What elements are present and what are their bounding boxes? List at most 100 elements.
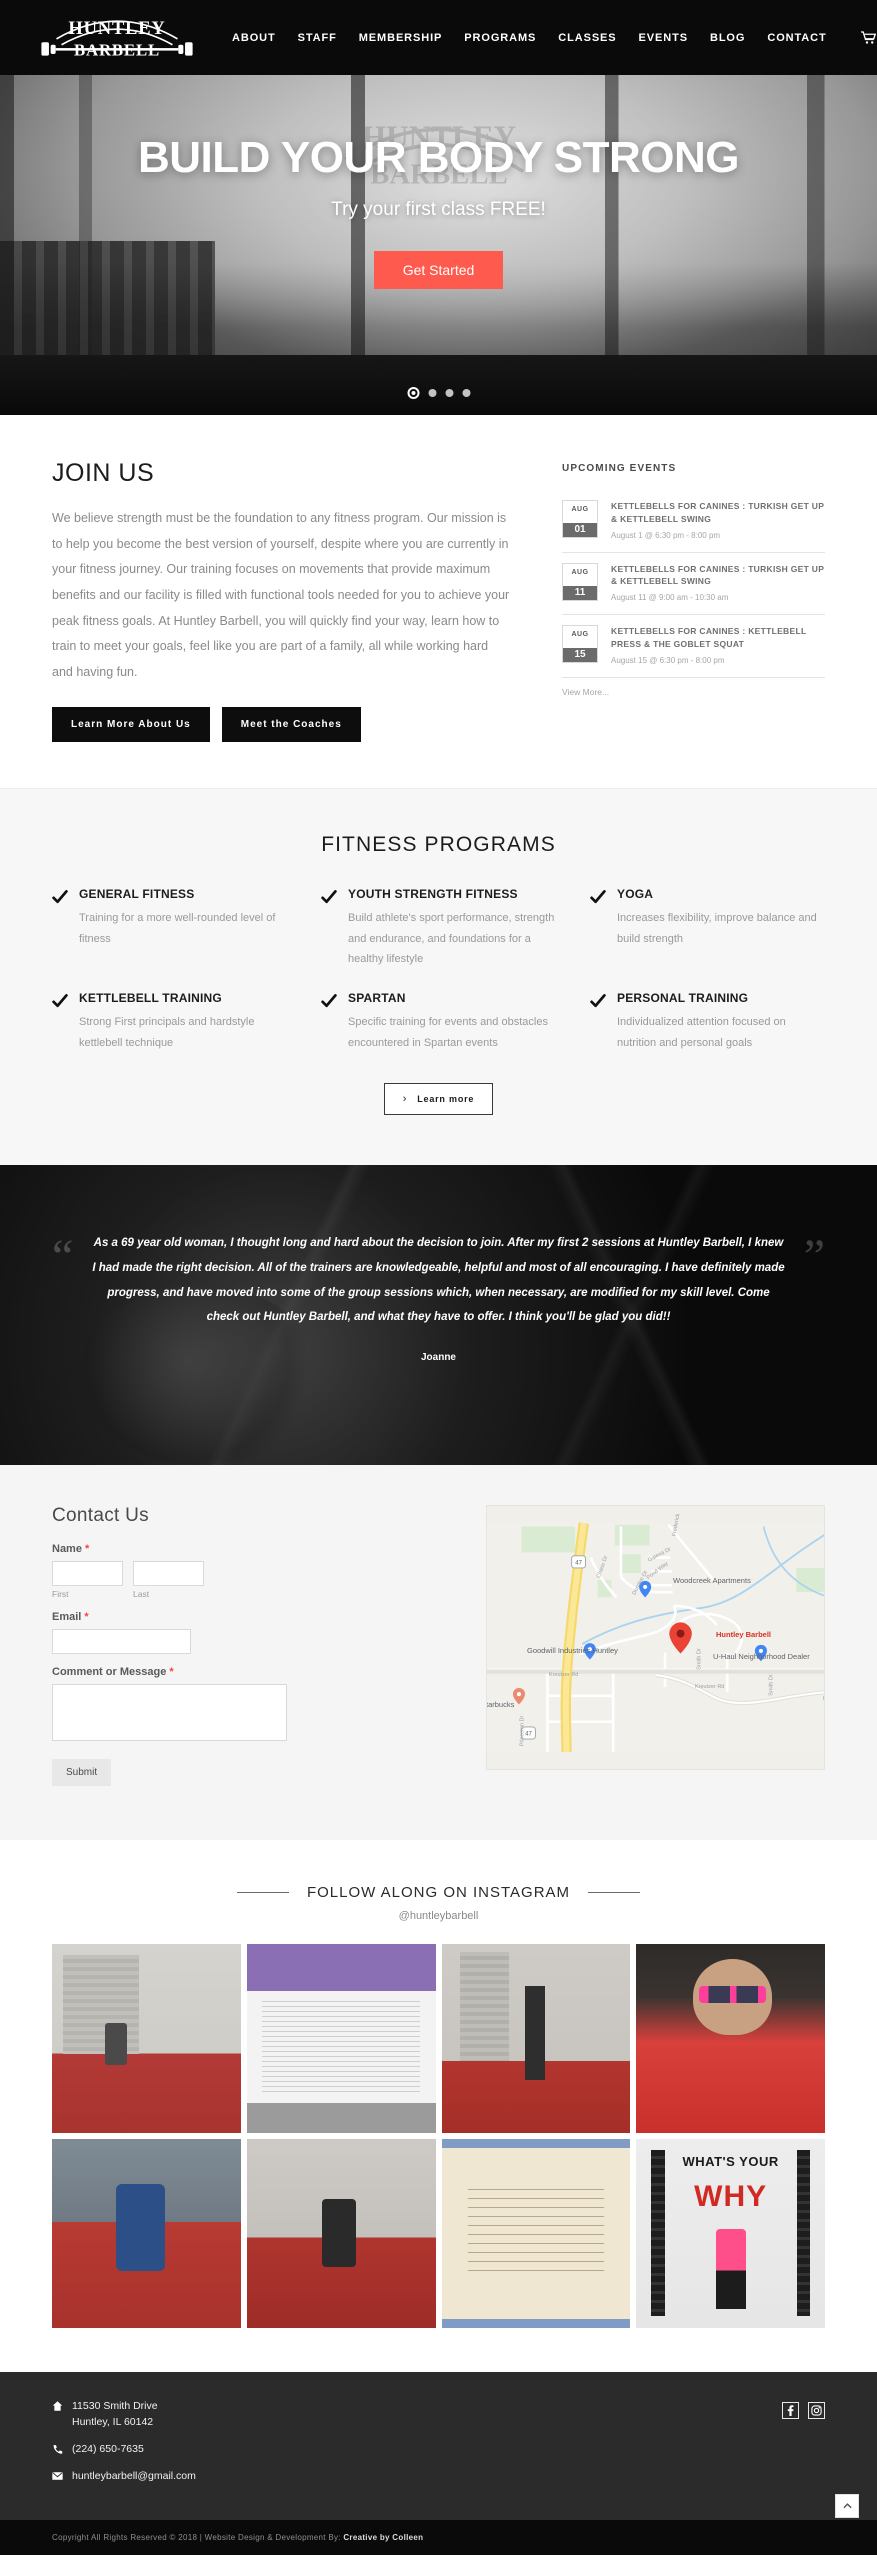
get-started-button[interactable]: Get Started: [373, 251, 504, 290]
map-label-woodcreek-apartments: Woodcreek Apartments: [673, 1576, 751, 1586]
event-list-item[interactable]: AUG 15 KETTLEBELLS FOR CANINES : KETTLEB…: [562, 615, 825, 678]
location-map[interactable]: 47 47 Woodcreek Apartments Goodwill Indu…: [486, 1505, 825, 1771]
hero-slider: HUNTLEY BARBELL BUILD YOUR BODY STRONG T…: [0, 75, 877, 415]
rule-left: [236, 1892, 289, 1894]
nav-item-staff[interactable]: STAFF: [298, 32, 337, 44]
footer-email[interactable]: huntleybarbell@gmail.com: [52, 2468, 196, 2484]
nav-item-membership[interactable]: MEMBERSHIP: [359, 32, 443, 44]
cart-button[interactable]: 0: [860, 30, 877, 45]
phone-icon: [53, 2445, 63, 2454]
instagram-tile[interactable]: [636, 1944, 825, 2133]
contact-heading: Contact Us: [52, 1505, 149, 1527]
instagram-tile[interactable]: WHAT'S YOUR WHY: [636, 2138, 825, 2328]
site-footer: 11530 Smith Drive Huntley, IL 60142 (224…: [0, 2371, 877, 2520]
first-name-input[interactable]: [52, 1561, 123, 1587]
testimonial-section: “ ” As a 69 year old woman, I thought lo…: [0, 1165, 877, 1466]
map-label-huntley-barbell: Huntley Barbell: [716, 1630, 772, 1640]
event-month: AUG: [571, 568, 589, 576]
shopping-cart-icon: [860, 30, 876, 44]
nav-item-about[interactable]: ABOUT: [232, 32, 276, 44]
event-title[interactable]: KETTLEBELLS FOR CANINES : TURKISH GET UP…: [611, 563, 825, 589]
instagram-photo-squat: [52, 2138, 241, 2328]
learn-more-about-us-button[interactable]: Learn More About Us: [52, 707, 210, 743]
hero-dot-1[interactable]: [407, 387, 419, 399]
event-title[interactable]: KETTLEBELLS FOR CANINES : TURKISH GET UP…: [611, 500, 825, 526]
site-header: HUNTLEY BARBELL ABOUT STAFF MEMBERSHIP P…: [0, 0, 877, 75]
hero-dot-2[interactable]: [428, 389, 436, 397]
instagram-tile[interactable]: [246, 2138, 436, 2328]
nav-item-programs[interactable]: PROGRAMS: [464, 32, 536, 44]
nav-item-blog[interactable]: BLOG: [710, 32, 745, 44]
scroll-to-top-button[interactable]: [835, 2493, 859, 2518]
map-label-goodwill: Goodwill Industries Huntley: [527, 1646, 618, 1656]
program-item: PERSONAL TRAINING Individualized attenti…: [590, 991, 825, 1053]
instagram-tile[interactable]: [52, 1944, 241, 2133]
email-input[interactable]: [52, 1629, 191, 1655]
nav-item-events[interactable]: EVENTS: [639, 32, 688, 44]
programs-learn-more-button[interactable]: › Learn more: [383, 1083, 494, 1116]
hero-dot-4[interactable]: [462, 389, 470, 397]
instagram-tile[interactable]: [246, 1944, 436, 2133]
map-label-uhaul: U-Haul Neighborhood Dealer: [713, 1652, 810, 1662]
instagram-section: FOLLOW ALONG ON INSTAGRAM @huntleybarbel…: [0, 1840, 877, 2372]
meet-the-coaches-button[interactable]: Meet the Coaches: [221, 707, 361, 743]
instagram-heading: FOLLOW ALONG ON INSTAGRAM: [306, 1884, 571, 1902]
last-name-sublabel: Last: [133, 1589, 150, 1600]
quote-close-icon: ”: [803, 1230, 825, 1284]
copyright-bar: Copyright All Rights Reserved © 2018 | W…: [0, 2493, 877, 2555]
instagram-photo-canines-flyer: [246, 1944, 436, 2133]
event-date-badge: AUG 01: [562, 500, 598, 538]
instagram-handle[interactable]: @huntleybarbell: [52, 1910, 825, 1922]
event-month: AUG: [571, 631, 589, 638]
site-logo[interactable]: HUNTLEY BARBELL: [32, 4, 202, 72]
event-time: August 15 @ 6:30 pm - 8:00 pm: [611, 655, 725, 665]
upcoming-events-heading: UPCOMING EVENTS: [562, 463, 677, 474]
footer-phone-text: (224) 650-7635: [72, 2443, 144, 2456]
copyright-credit[interactable]: Creative by Colleen: [343, 2533, 423, 2542]
svg-text:47: 47: [575, 1561, 582, 1567]
hero-dot-3[interactable]: [445, 389, 453, 397]
event-list-item[interactable]: AUG 11 KETTLEBELLS FOR CANINES : TURKISH…: [562, 553, 825, 615]
nav-item-classes[interactable]: CLASSES: [558, 32, 616, 44]
fitness-programs-section: FITNESS PROGRAMS GENERAL FITNESS Trainin…: [0, 788, 877, 1166]
join-us-body: We believe strength must be the foundati…: [52, 511, 510, 679]
huntley-barbell-logo-icon: HUNTLEY BARBELL: [41, 17, 193, 59]
programs-learn-more-label: Learn more: [417, 1094, 475, 1105]
contact-section: Contact Us Name * First Last Email * Com…: [0, 1465, 877, 1841]
first-name-sublabel: First: [52, 1589, 69, 1600]
event-date-badge: AUG 11: [562, 562, 598, 601]
required-asterisk: *: [84, 1611, 89, 1624]
view-more-events-link[interactable]: View More...: [562, 687, 825, 697]
check-icon: [321, 994, 337, 1008]
message-textarea[interactable]: [52, 1684, 287, 1742]
email-label-text: Email: [52, 1611, 82, 1624]
instagram-icon[interactable]: [808, 2401, 825, 2419]
program-title: YOGA: [617, 887, 654, 902]
instagram-tile[interactable]: [52, 2138, 241, 2328]
facebook-icon[interactable]: [782, 2401, 799, 2419]
fitness-programs-grid: GENERAL FITNESS Training for a more well…: [52, 887, 825, 1053]
footer-phone[interactable]: (224) 650-7635: [52, 2441, 196, 2457]
program-description: Build athlete's sport performance, stren…: [348, 912, 555, 966]
last-name-input[interactable]: [133, 1561, 204, 1587]
footer-contact-info: 11530 Smith Drive Huntley, IL 60142 (224…: [52, 2398, 196, 2496]
contact-form: Contact Us Name * First Last Email * Com…: [52, 1505, 452, 1787]
email-group: Email *: [52, 1611, 452, 1655]
join-us-text-column: JOIN US We believe strength must be the …: [52, 459, 512, 743]
nav-item-contact[interactable]: CONTACT: [767, 32, 826, 44]
message-field-label: Comment or Message *: [52, 1666, 452, 1678]
program-description: Increases flexibility, improve balance a…: [617, 912, 817, 945]
event-list-item[interactable]: AUG 01 KETTLEBELLS FOR CANINES : TURKISH…: [562, 490, 825, 553]
event-title[interactable]: KETTLEBELLS FOR CANINES : KETTLEBELL PRE…: [611, 625, 825, 651]
submit-button[interactable]: Submit: [52, 1759, 112, 1787]
program-description: Training for a more well-rounded level o…: [79, 912, 276, 945]
instagram-tile[interactable]: [441, 1944, 631, 2133]
join-us-heading: JOIN US: [52, 459, 155, 487]
testimonial-author: Joanne: [420, 1351, 456, 1363]
name-label-text: Name: [52, 1543, 82, 1556]
required-asterisk: *: [169, 1666, 174, 1679]
svg-text:HUNTLEY: HUNTLEY: [68, 17, 165, 37]
envelope-icon: [52, 2472, 63, 2481]
hero-slider-dots: [407, 387, 470, 401]
instagram-tile[interactable]: [441, 2138, 631, 2328]
